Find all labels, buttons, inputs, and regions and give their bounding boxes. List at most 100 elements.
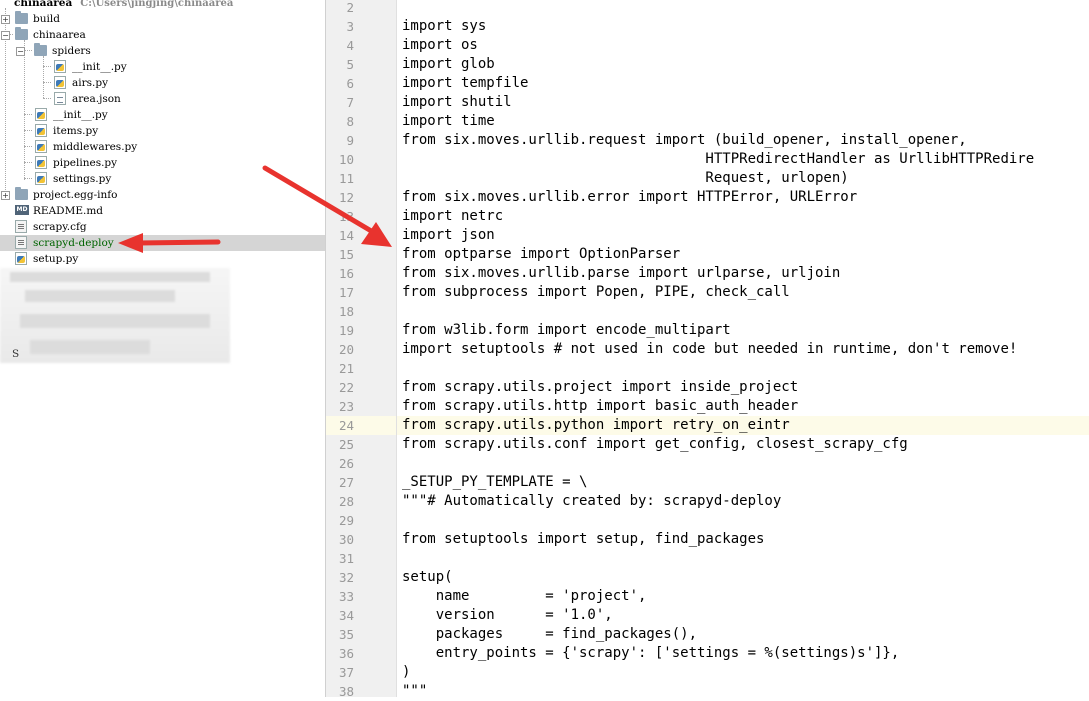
code-line[interactable]: ) [402, 663, 410, 682]
collapse-icon[interactable]: − [1, 31, 10, 40]
tree-item-init-py[interactable]: __init__.py [0, 107, 325, 123]
tree-item-label: spiders [52, 45, 91, 57]
code-line[interactable]: from setuptools import setup, find_packa… [402, 530, 764, 549]
code-line[interactable]: import os [402, 36, 478, 55]
tree-item-scrapy-cfg[interactable]: scrapy.cfg [0, 219, 325, 235]
tree-item-readme-md[interactable]: MD README.md [0, 203, 325, 219]
code-line[interactable]: import time [402, 112, 495, 131]
code-line[interactable]: packages = find_packages(), [402, 625, 697, 644]
tree-item-label: area.json [72, 93, 121, 105]
tree-item-items-py[interactable]: items.py [0, 123, 325, 139]
line-number: 29 [338, 513, 354, 528]
tree-item-init-py[interactable]: __init__.py [0, 59, 325, 75]
code-line[interactable]: from w3lib.form import encode_multipart [402, 321, 731, 340]
code-line[interactable]: from six.moves.urllib.parse import urlpa… [402, 264, 840, 283]
code-line[interactable]: from scrapy.utils.http import basic_auth… [402, 397, 798, 416]
code-line[interactable]: _SETUP_PY_TEMPLATE = \ [402, 473, 587, 492]
tree-item-label: pipelines.py [53, 157, 118, 169]
line-number: 2 [346, 0, 354, 15]
folder-icon [15, 11, 28, 24]
tree-root[interactable]: chinaarea C:\Users\jingjing\chinaarea [0, 0, 325, 11]
code-line[interactable]: from six.moves.urllib.error import HTTPE… [402, 188, 857, 207]
python-file-icon [35, 108, 47, 121]
tree-item-scrapyd-deploy[interactable]: scrapyd-deploy [0, 235, 325, 251]
code-line[interactable]: version = '1.0', [402, 606, 613, 625]
code-line[interactable]: from scrapy.utils.python import retry_on… [402, 416, 790, 435]
python-file-icon [35, 140, 47, 153]
line-number: 25 [338, 437, 354, 452]
tree-item-label: __init__.py [53, 109, 108, 121]
folder-icon [34, 43, 47, 56]
code-line[interactable]: Request, urlopen) [402, 169, 848, 188]
code-line[interactable]: import netrc [402, 207, 503, 226]
code-line[interactable]: from optparse import OptionParser [402, 245, 680, 264]
config-file-icon [15, 220, 27, 233]
tree-item-project-egg-info[interactable]: + project.egg-info [0, 187, 325, 203]
collapse-icon[interactable]: − [16, 47, 25, 56]
line-number: 4 [346, 38, 354, 53]
code-line[interactable]: import setuptools # not used in code but… [402, 340, 1017, 359]
project-tree-panel: chinaarea C:\Users\jingjing\chinaarea + bu… [0, 0, 326, 697]
line-number: 18 [338, 304, 354, 319]
line-number: 19 [338, 323, 354, 338]
line-number: 31 [338, 551, 354, 566]
python-file-icon [35, 156, 47, 169]
line-number: 33 [338, 589, 354, 604]
tree-item-label: project.egg-info [33, 189, 118, 201]
code-line[interactable]: import glob [402, 55, 495, 74]
line-number: 36 [338, 646, 354, 661]
expand-icon[interactable]: + [1, 191, 10, 200]
line-number: 10 [338, 152, 354, 167]
code-line[interactable]: name = 'project', [402, 587, 647, 606]
tree-item-setup-py[interactable]: setup.py [0, 251, 325, 267]
line-number: 11 [338, 171, 354, 186]
code-editor[interactable]: import sys import os import glob import tem… [397, 0, 1089, 699]
tree-obscured-label: S [12, 348, 20, 360]
line-number: 27 [338, 475, 354, 490]
tree-item-middlewares-py[interactable]: middlewares.py [0, 139, 325, 155]
code-line[interactable]: from six.moves.urllib.request import (bu… [402, 131, 967, 150]
code-line[interactable]: from subprocess import Popen, PIPE, chec… [402, 283, 790, 302]
folder-icon [15, 187, 28, 200]
tree-item-label: __init__.py [72, 61, 127, 73]
line-number: 8 [346, 114, 354, 129]
code-line[interactable]: setup( [402, 568, 453, 587]
python-file-icon [15, 252, 27, 265]
line-number: 20 [338, 342, 354, 357]
line-number: 6 [346, 76, 354, 91]
tree-item-area-json[interactable]: area.json [0, 91, 325, 107]
line-number: 30 [338, 532, 354, 547]
code-line[interactable]: import tempfile [402, 74, 528, 93]
line-number: 14 [338, 228, 354, 243]
code-line[interactable]: """ [402, 682, 427, 701]
markdown-file-icon: MD [15, 205, 29, 215]
line-number: 16 [338, 266, 354, 281]
code-line[interactable]: HTTPRedirectHandler as UrllibHTTPRedire [402, 150, 1034, 169]
tree-obscured-item[interactable]: S [0, 346, 325, 362]
tree-item-airs-py[interactable]: airs.py [0, 75, 325, 91]
tree-item-label: airs.py [72, 77, 109, 89]
code-line[interactable]: entry_points = {'scrapy': ['settings = %… [402, 644, 900, 663]
json-file-icon [54, 92, 66, 105]
code-line[interactable]: import json [402, 226, 495, 245]
line-number: 35 [338, 627, 354, 642]
tree-item-chinaarea[interactable]: − chinaarea [0, 27, 325, 43]
expand-icon[interactable]: + [1, 15, 10, 24]
line-number: 15 [338, 247, 354, 262]
python-file-icon [54, 60, 66, 73]
tree-item-build[interactable]: + build [0, 11, 325, 27]
code-line[interactable]: import shutil [402, 93, 512, 112]
code-line[interactable]: """# Automatically created by: scrapyd-d… [402, 492, 781, 511]
tree-item-settings-py[interactable]: settings.py [0, 171, 325, 187]
tree-root-path: C:\Users\jingjing\chinaarea [80, 0, 234, 9]
config-file-icon [15, 236, 27, 249]
line-number: 23 [338, 399, 354, 414]
tree-item-label: scrapy.cfg [33, 221, 87, 233]
line-number: 3 [346, 19, 354, 34]
line-number: 32 [338, 570, 354, 585]
code-line[interactable]: from scrapy.utils.project import inside_… [402, 378, 798, 397]
code-line[interactable]: import sys [402, 17, 486, 36]
code-line[interactable]: from scrapy.utils.conf import get_config… [402, 435, 908, 454]
tree-item-pipelines-py[interactable]: pipelines.py [0, 155, 325, 171]
tree-item-spiders[interactable]: − spiders [0, 43, 325, 59]
